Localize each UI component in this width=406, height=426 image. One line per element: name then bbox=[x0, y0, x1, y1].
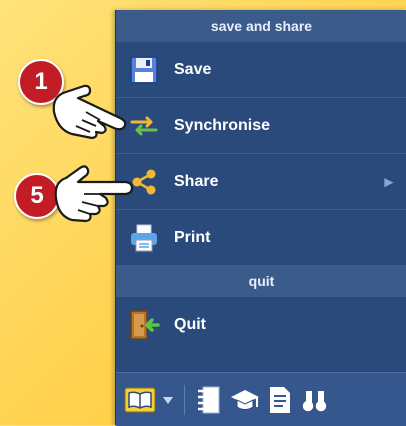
bottom-toolbar bbox=[116, 372, 406, 426]
menu-item-save[interactable]: Save bbox=[116, 42, 406, 97]
pointing-hand-icon bbox=[52, 84, 127, 140]
exit-door-icon bbox=[126, 307, 162, 343]
app-menu: save and share Save Synchronise Share ▶ … bbox=[115, 10, 406, 426]
menu-item-label: Save bbox=[174, 60, 212, 78]
menu-item-label: Quit bbox=[174, 315, 206, 333]
menu-item-print[interactable]: Print bbox=[116, 209, 406, 265]
menu-item-synchronise[interactable]: Synchronise bbox=[116, 97, 406, 153]
document-icon[interactable] bbox=[267, 382, 293, 418]
section-header-quit: quit bbox=[116, 265, 406, 297]
menu-item-label: Print bbox=[174, 228, 211, 246]
section-header-save-share: save and share bbox=[116, 10, 406, 42]
menu-item-quit[interactable]: Quit bbox=[116, 297, 406, 352]
toolbar-divider bbox=[184, 384, 185, 415]
menu-item-label: Synchronise bbox=[174, 116, 271, 134]
pointing-hand-icon bbox=[54, 165, 134, 223]
menu-item-share[interactable]: Share ▶ bbox=[116, 153, 406, 209]
dropdown-arrow-icon[interactable] bbox=[162, 382, 174, 418]
book-icon[interactable] bbox=[124, 382, 156, 418]
binoculars-icon[interactable] bbox=[299, 382, 329, 418]
notebook-icon[interactable] bbox=[195, 382, 223, 418]
submenu-arrow-icon: ▶ bbox=[384, 176, 393, 188]
graduation-cap-icon[interactable] bbox=[229, 382, 261, 418]
menu-item-label: Share bbox=[174, 172, 219, 190]
